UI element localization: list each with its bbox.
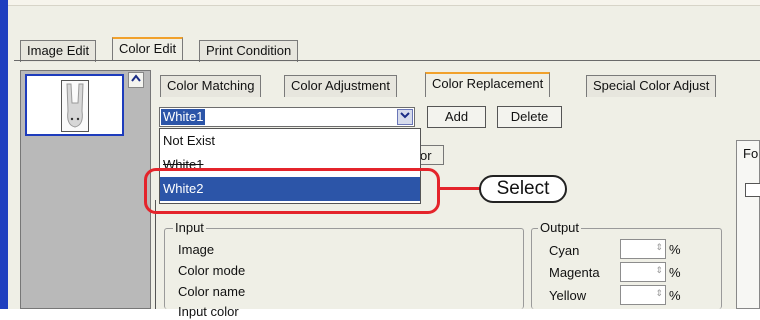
- window-border-accent: [0, 0, 8, 309]
- magenta-unit: %: [669, 265, 681, 280]
- output-label-magenta: Magenta: [549, 265, 600, 280]
- magenta-spinner[interactable]: ⇕: [620, 262, 666, 282]
- yellow-unit: %: [669, 288, 681, 303]
- output-label-yellow: Yellow: [549, 288, 587, 303]
- tab-color-matching[interactable]: Color Matching: [160, 75, 262, 97]
- tab-color-replacement[interactable]: Color Replacement: [425, 72, 551, 97]
- application-window: Image Edit Color Edit Print Condition Co…: [0, 0, 760, 319]
- thumbnail-item[interactable]: [25, 74, 124, 136]
- tab-print-condition[interactable]: Print Condition: [199, 40, 299, 62]
- tab-color-adjustment[interactable]: Color Adjustment: [284, 75, 397, 97]
- callout-leader-line: [440, 187, 480, 190]
- cyan-unit: %: [669, 242, 681, 257]
- color-select-combo[interactable]: White1: [159, 107, 415, 127]
- inner-tab-partial[interactable]: or: [418, 145, 444, 165]
- input-row-input-color: Input color: [178, 304, 239, 319]
- output-label-cyan: Cyan: [549, 243, 580, 258]
- right-pane-checkbox[interactable]: [745, 183, 760, 197]
- callout-highlight: [144, 168, 440, 214]
- dropdown-option-not-exist[interactable]: Not Exist: [160, 129, 420, 153]
- spinner-arrows-icon[interactable]: ⇕: [655, 242, 663, 253]
- input-group-title: Input: [173, 220, 206, 236]
- input-row-image: Image: [178, 242, 215, 257]
- combo-selected-value: White1: [161, 109, 206, 125]
- thumbnail-image: [61, 80, 89, 132]
- thumbnail-pane: [20, 70, 151, 309]
- input-row-color-mode: Color mode: [178, 263, 246, 278]
- tab-special-color-adjust[interactable]: Special Color Adjust: [586, 75, 717, 97]
- right-pane-label: Fo: [743, 146, 759, 161]
- toolbar-strip: [8, 0, 760, 6]
- chevron-down-icon[interactable]: [397, 109, 413, 125]
- chevron-up-icon[interactable]: [128, 72, 144, 88]
- cyan-spinner[interactable]: ⇕: [620, 239, 666, 259]
- spinner-arrows-icon[interactable]: ⇕: [655, 288, 663, 299]
- tab-color-edit[interactable]: Color Edit: [112, 37, 184, 61]
- output-group: Output Cyan Magenta Yellow ⇕ ⇕ ⇕ % % %: [531, 220, 722, 309]
- input-group: Input Image Color mode Color name Input …: [164, 220, 524, 319]
- tab-panel-border: [14, 60, 760, 61]
- delete-button[interactable]: Delete: [497, 106, 562, 128]
- tab-image-edit[interactable]: Image Edit: [20, 40, 97, 62]
- yellow-spinner[interactable]: ⇕: [620, 285, 666, 305]
- spinner-arrows-icon[interactable]: ⇕: [655, 265, 663, 276]
- output-group-title: Output: [538, 220, 582, 236]
- input-row-color-name: Color name: [178, 284, 246, 299]
- add-button[interactable]: Add: [427, 106, 486, 128]
- callout-label: Select: [479, 175, 567, 203]
- right-pane: Fo: [736, 140, 760, 309]
